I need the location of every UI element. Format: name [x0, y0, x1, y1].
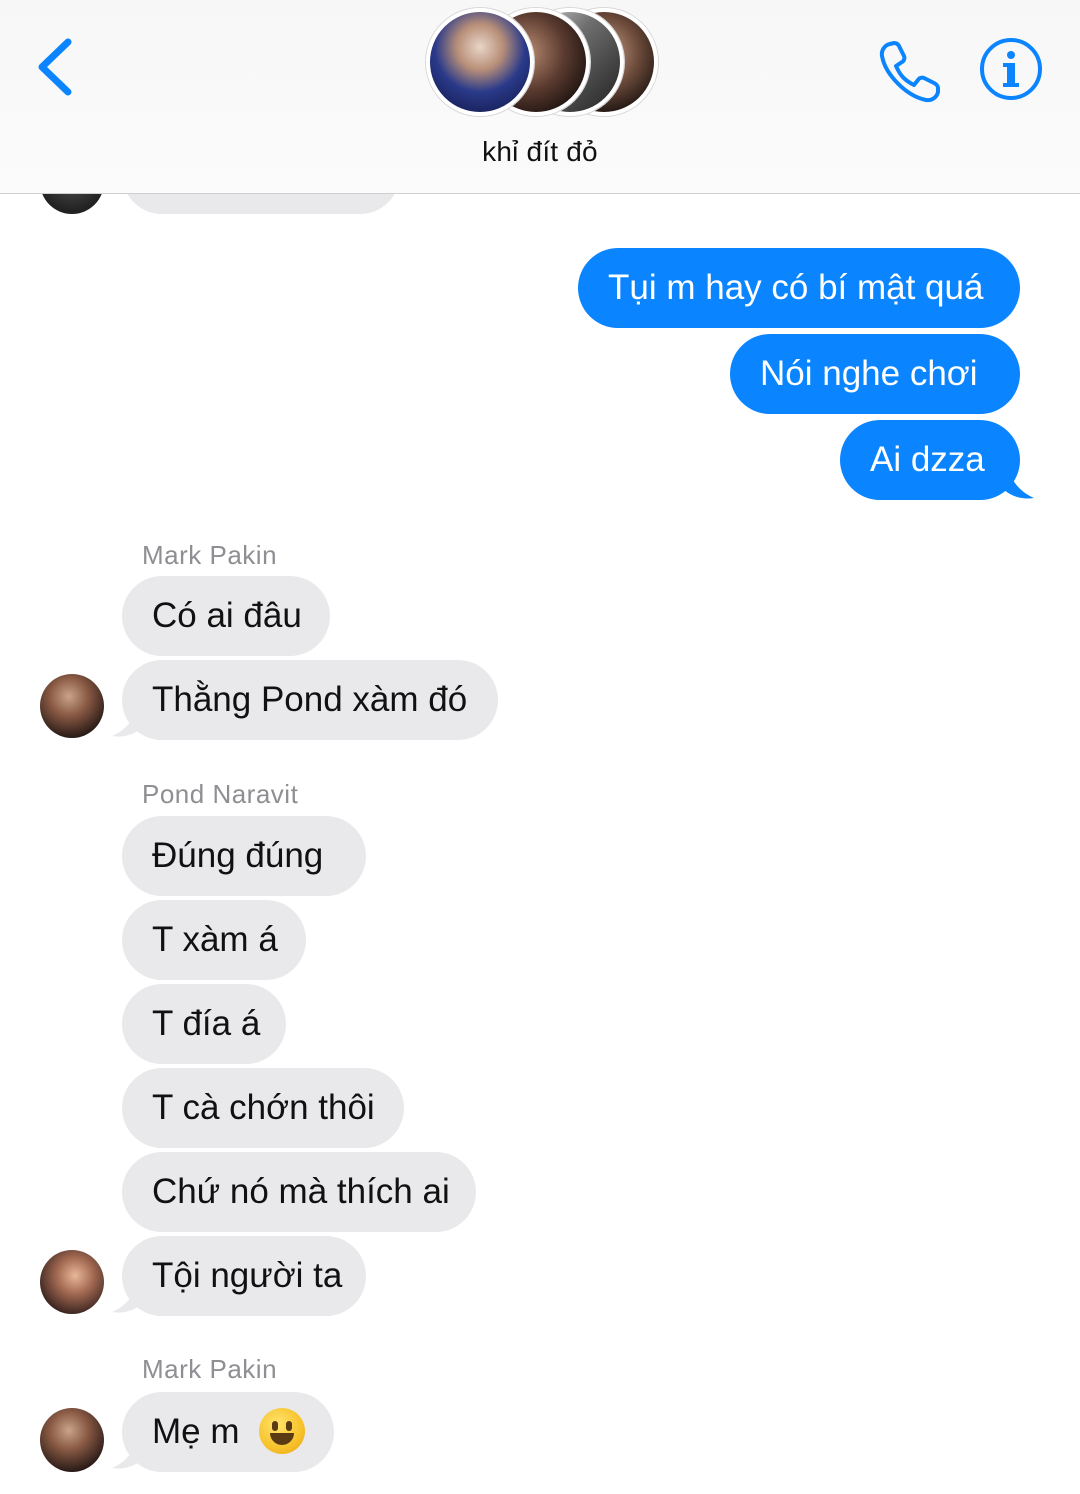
chevron-left-icon [38, 38, 72, 96]
message-bubble-incoming[interactable]: Đúng đúng [122, 816, 366, 896]
message-text: T xàm á [152, 920, 278, 959]
bubble-tail [112, 704, 144, 737]
message-bubble-incoming[interactable]: Chứ nó mà thích ai [122, 1152, 476, 1232]
info-button[interactable] [978, 36, 1044, 102]
message-text: Mẹ m [152, 1412, 240, 1451]
sender-name: Mark Pakin [142, 1354, 278, 1384]
group-avatars[interactable] [420, 4, 660, 120]
message-text: Ai dzza [870, 440, 985, 479]
message-text: Chứ nó mà thích ai [152, 1172, 450, 1211]
phone-icon [879, 41, 940, 103]
message-bubble-incoming[interactable]: T đía á [122, 984, 286, 1064]
avatar[interactable] [40, 674, 104, 738]
message-bubble-outgoing[interactable]: Nói nghe chơi [730, 334, 1020, 414]
message-text: T cà chớn thôi [152, 1088, 375, 1127]
message-bubble-incoming[interactable]: Tội người ta [122, 1236, 366, 1316]
message-bubble-incoming[interactable]: Mẹ m [122, 1392, 334, 1472]
sender-name: Pond Naravit [142, 779, 299, 809]
avatar[interactable] [40, 1408, 104, 1472]
bubble-tail [1002, 466, 1034, 499]
message-text: T đía á [152, 1004, 261, 1043]
info-icon [980, 38, 1042, 100]
message-bubble-incoming[interactable]: T xàm á [122, 900, 306, 980]
message-text: Thằng Pond xàm đó [152, 680, 468, 719]
group-name[interactable]: khỉ đít đỏ [0, 136, 1080, 168]
message-bubble-incoming[interactable]: Có ai đâu [122, 576, 330, 656]
message-bubble-incoming[interactable]: Thằng Pond xàm đó [122, 660, 498, 740]
message-bubble-incoming[interactable]: T cà chớn thôi [122, 1068, 404, 1148]
message-text: Có ai đâu [152, 596, 302, 635]
avatar [426, 8, 534, 116]
avatar[interactable] [40, 1250, 104, 1314]
chat-header: khỉ đít đỏ [0, 0, 1080, 194]
message-text: Tội người ta [152, 1256, 343, 1295]
message-bubble-outgoing[interactable]: Ai dzza [840, 420, 1020, 500]
call-button[interactable] [876, 36, 946, 106]
grinning-face-emoji [259, 1407, 306, 1454]
back-button[interactable] [30, 32, 90, 102]
bubble-tail [112, 1280, 144, 1313]
sender-name: Mark Pakin [142, 540, 278, 570]
chat-screen: khỉ đít đỏ Tụi m hay có bí mật quá Nói n… [0, 0, 1080, 1494]
message-text: Nói nghe chơi [760, 354, 978, 393]
bubble-tail [112, 1436, 144, 1469]
message-bubble-outgoing[interactable]: Tụi m hay có bí mật quá [578, 248, 1020, 328]
message-text: Đúng đúng [152, 836, 324, 875]
message-text: Tụi m hay có bí mật quá [608, 268, 984, 307]
